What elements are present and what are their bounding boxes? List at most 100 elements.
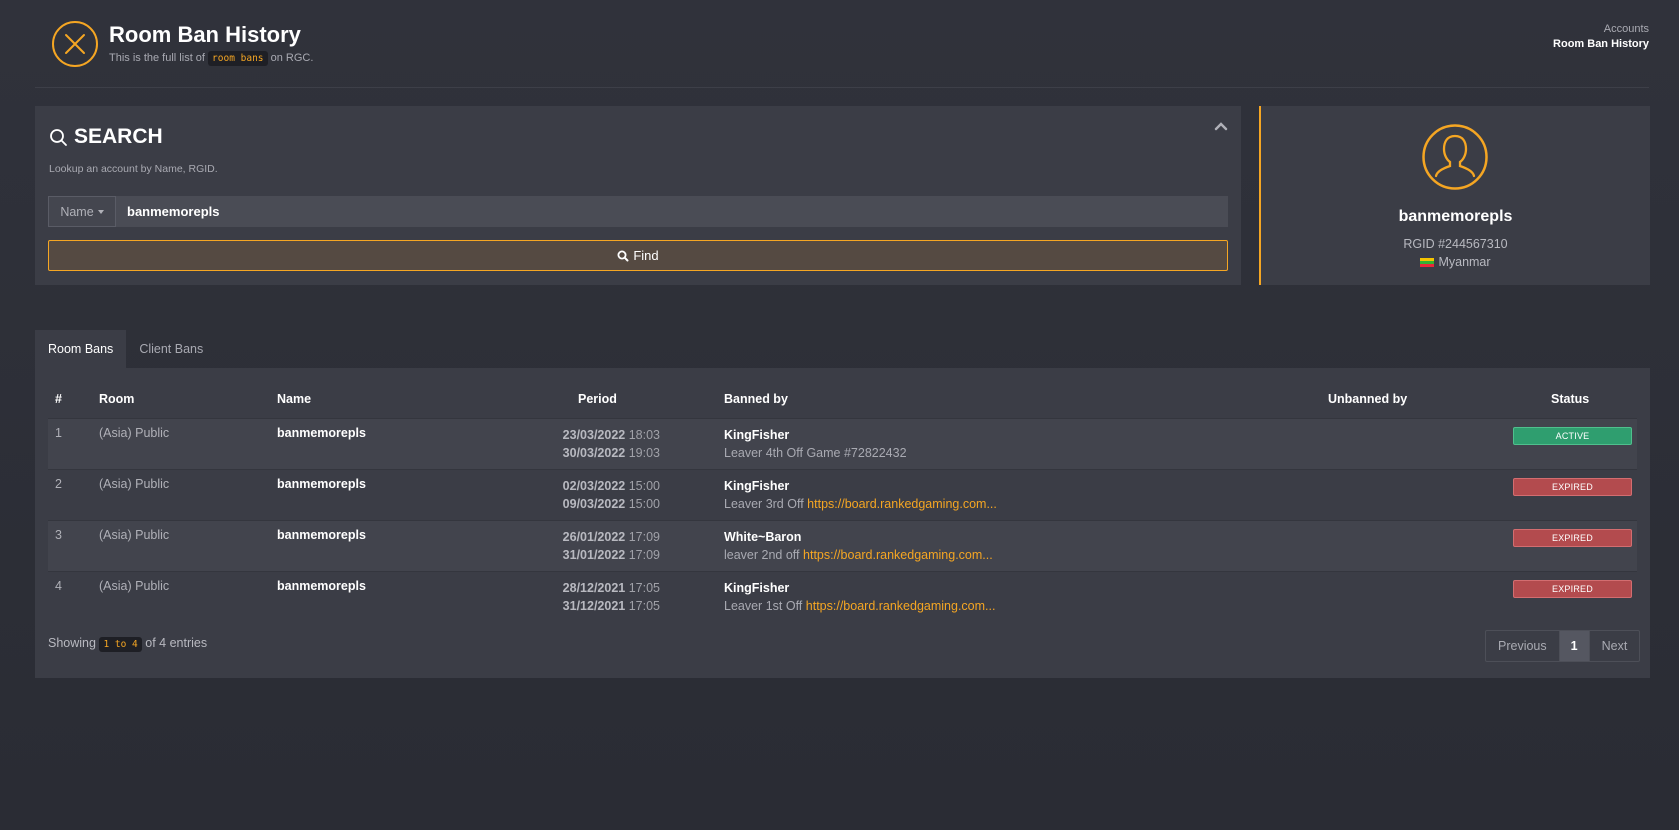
breadcrumb-current: Room Ban History — [1553, 38, 1649, 50]
search-field-dropdown[interactable]: Name — [48, 196, 116, 227]
row-period: 26/01/2022 17:09 31/01/2022 17:09 — [520, 528, 660, 564]
entries-summary: Showing 1 to 4 of 4 entries — [48, 636, 208, 652]
page-header: Room Ban History This is the full list o… — [35, 18, 1649, 88]
subtitle-code: room bans — [208, 51, 268, 66]
row-name: banmemorepls — [277, 426, 366, 440]
forum-link[interactable]: https://board.rankedgaming.com... — [806, 599, 996, 613]
row-num: 4 — [55, 579, 62, 593]
row-banned-by: KingFisher Leaver 1st Off https://board.… — [724, 579, 995, 615]
search-title: SEARCH — [74, 125, 163, 148]
search-heading: SEARCH — [49, 125, 163, 149]
row-banned-by: KingFisher Leaver 3rd Off https://board.… — [724, 477, 997, 513]
row-room: (Asia) Public — [99, 426, 170, 440]
row-banned-by: White~Baron leaver 2nd off https://board… — [724, 528, 993, 564]
tab-client-bans[interactable]: Client Bans — [126, 330, 216, 368]
row-room: (Asia) Public — [99, 579, 170, 593]
end-date: 30/03/2022 — [562, 446, 626, 460]
ban-reason: Leaver 1st Off — [724, 599, 803, 613]
x-circle-icon — [52, 21, 98, 67]
search-input[interactable] — [116, 196, 1228, 227]
country-label: Myanmar — [1438, 255, 1491, 269]
chevron-up-icon[interactable] — [1213, 118, 1229, 134]
subtitle-pre: This is the full list of — [109, 52, 205, 64]
banned-by-name: KingFisher — [724, 479, 790, 493]
table-row: 3 (Asia) Public banmemorepls 26/01/2022 … — [48, 520, 1637, 571]
showing-pre: Showing — [48, 636, 96, 650]
subtitle-post: on RGC. — [270, 52, 314, 64]
myanmar-flag-icon — [1420, 257, 1435, 267]
row-period: 28/12/2021 17:05 31/12/2021 17:05 — [520, 579, 660, 615]
banned-by-name: KingFisher — [724, 581, 790, 595]
end-time: 17:05 — [628, 599, 660, 613]
start-date: 02/03/2022 — [562, 479, 626, 493]
end-date: 31/01/2022 — [562, 548, 626, 562]
start-time: 17:05 — [628, 581, 660, 595]
forum-link[interactable]: https://board.rankedgaming.com... — [803, 548, 993, 562]
row-room: (Asia) Public — [99, 477, 170, 491]
status-badge: EXPIRED — [1513, 529, 1632, 547]
row-banned-by: KingFisher Leaver 4th Off Game #72822432 — [724, 426, 907, 462]
page-subtitle: This is the full list of room bans on RG… — [109, 51, 314, 66]
col-num[interactable]: # — [55, 392, 62, 406]
banned-by-name: KingFisher — [724, 428, 790, 442]
row-num: 3 — [55, 528, 62, 542]
profile-rgid: RGID #244567310 — [1403, 237, 1508, 251]
end-date: 31/12/2021 — [562, 599, 626, 613]
start-time: 18:03 — [628, 428, 660, 442]
table-row: 4 (Asia) Public banmemorepls 28/12/2021 … — [48, 571, 1637, 622]
row-name: banmemorepls — [277, 477, 366, 491]
status-badge: ACTIVE — [1513, 427, 1632, 445]
tab-room-bans[interactable]: Room Bans — [35, 330, 127, 368]
find-button[interactable]: Find — [48, 240, 1228, 271]
ban-reason: Leaver 3rd Off — [724, 497, 804, 511]
profile-card: banmemorepls RGID #244567310 Myanmar — [1259, 106, 1650, 285]
col-banned-by[interactable]: Banned by — [724, 392, 788, 406]
search-description: Lookup an account by Name, RGID. — [49, 163, 218, 175]
row-name: banmemorepls — [277, 528, 366, 542]
search-field-label: Name — [60, 204, 94, 219]
page-title: Room Ban History — [109, 22, 301, 47]
row-period: 02/03/2022 15:00 09/03/2022 15:00 — [520, 477, 660, 513]
avatar-icon — [1422, 124, 1488, 190]
end-time: 17:09 — [628, 548, 660, 562]
pagination: Previous 1 Next — [1485, 630, 1641, 662]
row-room: (Asia) Public — [99, 528, 170, 542]
breadcrumb: Accounts Room Ban History — [1553, 23, 1649, 50]
page-1-button[interactable]: 1 — [1558, 631, 1589, 661]
tab-bar: Room Bans Client Bans — [35, 330, 216, 368]
col-room[interactable]: Room — [99, 392, 134, 406]
col-name[interactable]: Name — [277, 392, 311, 406]
find-label: Find — [633, 248, 659, 263]
row-num: 1 — [55, 426, 62, 440]
search-icon — [50, 128, 67, 146]
previous-page-button[interactable]: Previous — [1486, 631, 1559, 661]
row-name: banmemorepls — [277, 579, 366, 593]
caret-down-icon — [97, 209, 104, 214]
showing-post: of 4 entries — [145, 636, 208, 650]
end-time: 15:00 — [628, 497, 660, 511]
status-badge: EXPIRED — [1513, 478, 1632, 496]
table-row: 2 (Asia) Public banmemorepls 02/03/2022 … — [48, 469, 1637, 520]
forum-link[interactable]: https://board.rankedgaming.com... — [807, 497, 997, 511]
profile-country: Myanmar — [1261, 255, 1650, 269]
col-unbanned-by[interactable]: Unbanned by — [1328, 392, 1407, 406]
row-num: 2 — [55, 477, 62, 491]
start-date: 26/01/2022 — [562, 530, 626, 544]
breadcrumb-accounts[interactable]: Accounts — [1553, 23, 1649, 35]
table-row: 1 (Asia) Public banmemorepls 23/03/2022 … — [48, 418, 1637, 469]
next-page-button[interactable]: Next — [1588, 631, 1640, 661]
ban-reason: leaver 2nd off — [724, 548, 800, 562]
end-date: 09/03/2022 — [562, 497, 626, 511]
col-period[interactable]: Period — [578, 392, 617, 406]
room-bans-table: # Room Name Period Banned by Unbanned by… — [48, 385, 1637, 622]
col-status[interactable]: Status — [1551, 392, 1589, 406]
status-badge: EXPIRED — [1513, 580, 1632, 598]
profile-name: banmemorepls — [1398, 208, 1513, 225]
start-time: 17:09 — [628, 530, 660, 544]
end-time: 19:03 — [628, 446, 660, 460]
banned-by-name: White~Baron — [724, 530, 802, 544]
table-header: # Room Name Period Banned by Unbanned by… — [48, 385, 1637, 418]
search-input-group: Name — [48, 196, 1228, 227]
room-bans-panel: # Room Name Period Banned by Unbanned by… — [35, 368, 1650, 678]
start-time: 15:00 — [628, 479, 660, 493]
